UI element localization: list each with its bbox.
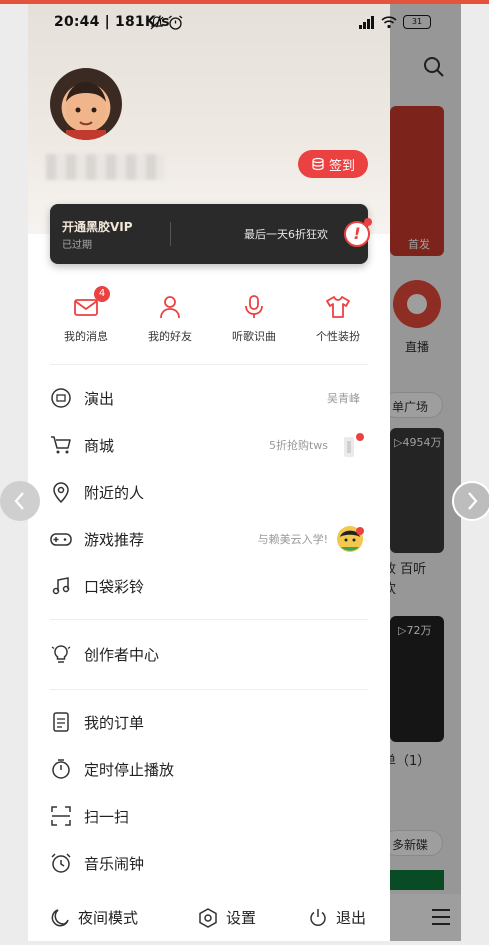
earbuds-thumbnail	[336, 431, 364, 459]
ringtone-icon	[52, 577, 70, 595]
battery-icon: 31	[403, 15, 431, 29]
status-icons: 31	[359, 15, 431, 29]
side-drawer: 20:44 | 181K/s 31 签到 开通黑胶VIP 已过期 最后一天6折狂…	[28, 4, 431, 941]
vip-promo: 最后一天6折狂欢	[244, 228, 328, 241]
menu-item-nearby[interactable]: 附近的人	[50, 472, 368, 512]
chevron-right-icon	[468, 492, 478, 510]
signal-icon	[359, 16, 374, 29]
vip-status: 已过期	[62, 240, 92, 251]
chevron-left-icon	[14, 492, 24, 510]
notification-dot	[356, 527, 364, 535]
alarm-icon	[51, 853, 71, 873]
avatar-face	[66, 82, 106, 140]
quick-action-label: 个性装扮	[316, 330, 360, 343]
signin-label: 签到	[328, 158, 355, 174]
menu-item-orders[interactable]: 我的订单	[50, 702, 368, 742]
mic-icon	[245, 295, 263, 318]
divider	[50, 619, 368, 620]
scan-icon	[51, 806, 71, 826]
message-count-badge: 4	[94, 286, 110, 302]
bulb-icon	[51, 645, 71, 663]
notification-dot	[356, 433, 364, 441]
avatar[interactable]	[50, 68, 122, 140]
logout-label: 退出	[336, 909, 367, 927]
vip-divider	[170, 222, 171, 246]
menu-hint: 吴青峰	[327, 392, 360, 405]
divider	[50, 689, 368, 690]
quick-action-label: 我的消息	[64, 330, 108, 343]
quick-action-song-recognition[interactable]: 听歌识曲	[212, 290, 296, 350]
menu-item-games[interactable]: 游戏推荐 与赖美云入学!	[50, 519, 368, 559]
tshirt-icon	[326, 296, 350, 318]
menu-hint: 与赖美云入学!	[257, 533, 328, 546]
game-avatar-thumbnail	[336, 525, 364, 553]
gamepad-icon	[50, 533, 72, 546]
menu-item-ringtone[interactable]: 口袋彩铃	[50, 566, 368, 606]
menu-item-music-alarm[interactable]: 音乐闹钟	[50, 843, 368, 883]
settings-button[interactable]: 设置	[198, 907, 256, 928]
location-icon	[53, 482, 69, 503]
quick-action-label: 听歌识曲	[232, 330, 276, 343]
menu-label: 演出	[84, 389, 115, 408]
menu-label: 音乐闹钟	[84, 854, 145, 873]
status-bar: 20:44 | 181K/s 31	[28, 4, 461, 40]
quick-action-friends[interactable]: 我的好友	[128, 290, 212, 350]
logout-button[interactable]: 退出	[308, 907, 366, 928]
vip-title: 开通黑胶VIP	[62, 220, 133, 234]
quick-action-label: 我的好友	[148, 330, 192, 343]
next-arrow-button[interactable]	[452, 481, 489, 521]
timer-icon	[52, 759, 70, 779]
menu-item-mall[interactable]: 商城 5折抢购tws	[50, 425, 368, 465]
menu-label: 我的订单	[84, 713, 145, 732]
order-icon	[53, 712, 69, 732]
night-mode-button[interactable]: 夜间模式	[50, 907, 138, 928]
menu-label: 口袋彩铃	[84, 577, 145, 596]
night-mode-label: 夜间模式	[78, 909, 139, 927]
gear-icon	[199, 907, 217, 928]
drawer-bottom-bar: 夜间模式 设置 退出	[28, 897, 390, 941]
menu-label: 附近的人	[84, 483, 145, 502]
menu-label: 创作者中心	[84, 645, 160, 664]
menu-label: 扫一扫	[84, 807, 130, 826]
menu-label: 游戏推荐	[84, 530, 145, 549]
phone-screen: 首发 直播 单广场 ▷4954万 故 百听 欢 ▷72万 单（1） 多新碟 20…	[28, 4, 461, 941]
settings-label: 设置	[226, 909, 257, 927]
username-blurred[interactable]	[46, 154, 164, 180]
menu-label: 商城	[84, 436, 115, 455]
vip-card[interactable]: 开通黑胶VIP 已过期 最后一天6折狂欢 !	[50, 204, 372, 264]
menu-hint: 5折抢购tws	[268, 439, 328, 452]
signin-button[interactable]: 签到	[298, 150, 368, 178]
coins-icon	[312, 157, 324, 171]
alarm-status-icon	[168, 15, 183, 30]
menu-item-creator-center[interactable]: 创作者中心	[50, 634, 368, 674]
ticket-icon	[51, 388, 71, 408]
quick-action-skins[interactable]: 个性装扮	[296, 290, 380, 350]
notification-dot	[364, 218, 372, 226]
mute-icon	[150, 16, 164, 30]
cart-icon	[51, 436, 71, 454]
quick-actions: 4 我的消息 我的好友 听歌识曲 个性装扮	[44, 286, 380, 350]
divider	[50, 364, 368, 365]
menu-label: 定时停止播放	[84, 760, 175, 779]
menu-item-scan[interactable]: 扫一扫	[50, 796, 368, 836]
moon-icon	[51, 908, 69, 926]
quick-action-messages[interactable]: 4 我的消息	[44, 286, 128, 350]
power-icon	[310, 908, 326, 926]
wifi-icon	[381, 16, 397, 29]
menu-item-shows[interactable]: 演出 吴青峰	[50, 378, 368, 418]
prev-arrow-button[interactable]	[0, 481, 40, 521]
menu-item-sleep-timer[interactable]: 定时停止播放	[50, 749, 368, 789]
person-icon	[160, 296, 180, 319]
